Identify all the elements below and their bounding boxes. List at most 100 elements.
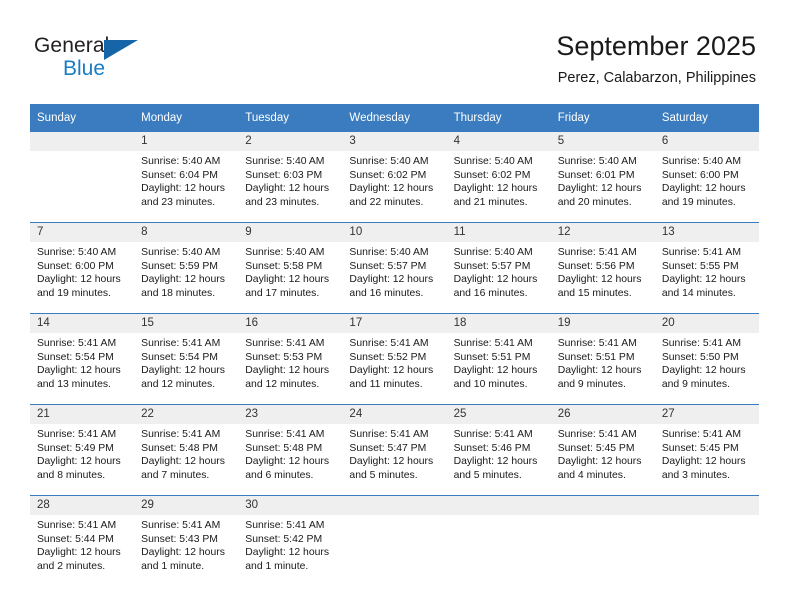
- daylight-line-2: and 8 minutes.: [37, 469, 106, 481]
- daylight-line-2: and 18 minutes.: [141, 287, 216, 299]
- daylight-line-2: and 14 minutes.: [661, 287, 736, 299]
- daylight-line-2: and 12 minutes.: [245, 378, 320, 390]
- sunrise-line: Sunrise: 5:40 AM: [245, 247, 325, 258]
- day-cell: [446, 495, 551, 586]
- day-cell: [550, 495, 655, 586]
- day-cell: [654, 495, 759, 586]
- daylight-line-1: Daylight: 12 hours: [557, 274, 642, 286]
- sunrise-line: Sunrise: 5:41 AM: [245, 520, 325, 531]
- day-cell[interactable]: 5 Sunrise: 5:40 AM Sunset: 6:01 PM Dayli…: [550, 131, 655, 223]
- daylight-line-2: and 4 minutes.: [557, 469, 626, 481]
- day-cell[interactable]: 14 Sunrise: 5:41 AM Sunset: 5:54 PM Dayl…: [30, 313, 135, 405]
- daylight-line-2: and 1 minute.: [141, 560, 205, 572]
- daylight-line-2: and 1 minute.: [245, 560, 309, 572]
- day-cell[interactable]: 23 Sunrise: 5:41 AM Sunset: 5:48 PM Dayl…: [238, 404, 343, 496]
- daylight-line-2: and 5 minutes.: [453, 469, 522, 481]
- day-cell[interactable]: 10 Sunrise: 5:40 AM Sunset: 5:57 PM Dayl…: [342, 222, 447, 314]
- day-cell[interactable]: 7 Sunrise: 5:40 AM Sunset: 6:00 PM Dayli…: [30, 222, 135, 314]
- day-cell[interactable]: 17 Sunrise: 5:41 AM Sunset: 5:52 PM Dayl…: [342, 313, 447, 405]
- sunset-line: Sunset: 5:43 PM: [141, 533, 218, 545]
- sunrise-line: Sunrise: 5:40 AM: [557, 156, 637, 167]
- daylight-line-1: Daylight: 12 hours: [453, 183, 538, 195]
- day-cell: [30, 131, 135, 223]
- day-cell[interactable]: 16 Sunrise: 5:41 AM Sunset: 5:53 PM Dayl…: [238, 313, 343, 405]
- day-details: Sunrise: 5:40 AM Sunset: 5:59 PM Dayligh…: [134, 242, 238, 300]
- day-number: 19: [550, 314, 655, 333]
- sunset-line: Sunset: 5:54 PM: [37, 351, 114, 363]
- day-number: 30: [238, 496, 343, 515]
- day-details: Sunrise: 5:41 AM Sunset: 5:53 PM Dayligh…: [238, 333, 342, 391]
- daylight-line-1: Daylight: 12 hours: [349, 274, 434, 286]
- logo-triangle-icon: [104, 40, 138, 60]
- daylight-line-2: and 20 minutes.: [557, 196, 632, 208]
- day-cell[interactable]: 13 Sunrise: 5:41 AM Sunset: 5:55 PM Dayl…: [654, 222, 759, 314]
- daylight-line-1: Daylight: 12 hours: [661, 456, 746, 468]
- daylight-line-1: Daylight: 12 hours: [661, 183, 746, 195]
- sunrise-line: Sunrise: 5:41 AM: [37, 429, 117, 440]
- day-cell[interactable]: 4 Sunrise: 5:40 AM Sunset: 6:02 PM Dayli…: [446, 131, 551, 223]
- day-cell[interactable]: 8 Sunrise: 5:40 AM Sunset: 5:59 PM Dayli…: [134, 222, 239, 314]
- day-cell[interactable]: 22 Sunrise: 5:41 AM Sunset: 5:48 PM Dayl…: [134, 404, 239, 496]
- daylight-line-1: Daylight: 12 hours: [141, 183, 225, 195]
- day-details: Sunrise: 5:41 AM Sunset: 5:43 PM Dayligh…: [134, 515, 238, 573]
- sunrise-line: Sunrise: 5:41 AM: [141, 520, 221, 531]
- day-cell[interactable]: 15 Sunrise: 5:41 AM Sunset: 5:54 PM Dayl…: [134, 313, 239, 405]
- day-cell[interactable]: 24 Sunrise: 5:41 AM Sunset: 5:47 PM Dayl…: [342, 404, 447, 496]
- day-cell[interactable]: 25 Sunrise: 5:41 AM Sunset: 5:46 PM Dayl…: [446, 404, 551, 496]
- daylight-line-1: Daylight: 12 hours: [37, 365, 121, 377]
- sunrise-line: Sunrise: 5:40 AM: [349, 156, 429, 167]
- sunrise-line: Sunrise: 5:41 AM: [349, 338, 429, 349]
- weekday-header-tuesday: Tuesday: [238, 104, 343, 132]
- day-cell[interactable]: 6 Sunrise: 5:40 AM Sunset: 6:00 PM Dayli…: [654, 131, 759, 223]
- day-cell[interactable]: 12 Sunrise: 5:41 AM Sunset: 5:56 PM Dayl…: [550, 222, 655, 314]
- sunrise-line: Sunrise: 5:41 AM: [349, 429, 429, 440]
- day-cell[interactable]: 26 Sunrise: 5:41 AM Sunset: 5:45 PM Dayl…: [550, 404, 655, 496]
- day-cell[interactable]: 9 Sunrise: 5:40 AM Sunset: 5:58 PM Dayli…: [238, 222, 343, 314]
- day-cell[interactable]: 20 Sunrise: 5:41 AM Sunset: 5:50 PM Dayl…: [654, 313, 759, 405]
- sunrise-line: Sunrise: 5:41 AM: [557, 429, 637, 440]
- sunset-line: Sunset: 5:50 PM: [661, 351, 739, 363]
- day-cell[interactable]: 28 Sunrise: 5:41 AM Sunset: 5:44 PM Dayl…: [30, 495, 135, 586]
- day-number: 10: [342, 223, 447, 242]
- general-blue-logo[interactable]: General Blue: [34, 34, 144, 80]
- daylight-line-1: Daylight: 12 hours: [245, 274, 330, 286]
- daylight-line-2: and 21 minutes.: [453, 196, 528, 208]
- day-cell[interactable]: 11 Sunrise: 5:40 AM Sunset: 5:57 PM Dayl…: [446, 222, 551, 314]
- day-cell[interactable]: 1 Sunrise: 5:40 AM Sunset: 6:04 PM Dayli…: [134, 131, 239, 223]
- sunset-line: Sunset: 5:51 PM: [557, 351, 635, 363]
- day-number: 28: [30, 496, 135, 515]
- day-details: Sunrise: 5:41 AM Sunset: 5:48 PM Dayligh…: [134, 424, 238, 482]
- day-details: Sunrise: 5:40 AM Sunset: 6:03 PM Dayligh…: [238, 151, 342, 209]
- day-details: Sunrise: 5:41 AM Sunset: 5:44 PM Dayligh…: [30, 515, 134, 573]
- day-cell[interactable]: 3 Sunrise: 5:40 AM Sunset: 6:02 PM Dayli…: [342, 131, 447, 223]
- sunset-line: Sunset: 5:57 PM: [349, 260, 427, 272]
- day-details: Sunrise: 5:41 AM Sunset: 5:56 PM Dayligh…: [551, 242, 655, 300]
- day-cell[interactable]: 2 Sunrise: 5:40 AM Sunset: 6:03 PM Dayli…: [238, 131, 343, 223]
- logo-text-blue: Blue: [63, 57, 106, 80]
- sunrise-line: Sunrise: 5:40 AM: [141, 247, 221, 258]
- day-details: Sunrise: 5:41 AM Sunset: 5:54 PM Dayligh…: [134, 333, 238, 391]
- day-details: Sunrise: 5:41 AM Sunset: 5:55 PM Dayligh…: [655, 242, 759, 300]
- day-cell[interactable]: 30 Sunrise: 5:41 AM Sunset: 5:42 PM Dayl…: [238, 495, 343, 586]
- sunset-line: Sunset: 5:53 PM: [245, 351, 323, 363]
- day-cell[interactable]: 27 Sunrise: 5:41 AM Sunset: 5:45 PM Dayl…: [654, 404, 759, 496]
- day-cell[interactable]: 29 Sunrise: 5:41 AM Sunset: 5:43 PM Dayl…: [134, 495, 239, 586]
- day-cell[interactable]: 19 Sunrise: 5:41 AM Sunset: 5:51 PM Dayl…: [550, 313, 655, 405]
- daylight-line-1: Daylight: 12 hours: [141, 456, 225, 468]
- daylight-line-1: Daylight: 12 hours: [245, 183, 330, 195]
- sunset-line: Sunset: 6:02 PM: [349, 169, 427, 181]
- day-cell[interactable]: 18 Sunrise: 5:41 AM Sunset: 5:51 PM Dayl…: [446, 313, 551, 405]
- weekday-header-sunday: Sunday: [30, 104, 135, 132]
- sunset-line: Sunset: 5:46 PM: [453, 442, 531, 454]
- weekday-header-wednesday: Wednesday: [342, 104, 447, 132]
- day-cell: [342, 495, 447, 586]
- day-cell[interactable]: 21 Sunrise: 5:41 AM Sunset: 5:49 PM Dayl…: [30, 404, 135, 496]
- calendar-page: General Blue September 2025 Perez, Calab…: [0, 0, 792, 612]
- sunset-line: Sunset: 6:03 PM: [245, 169, 323, 181]
- day-number: [342, 496, 447, 515]
- sunset-line: Sunset: 5:55 PM: [661, 260, 739, 272]
- day-number: 16: [238, 314, 343, 333]
- calendar-week-row: 28 Sunrise: 5:41 AM Sunset: 5:44 PM Dayl…: [30, 495, 759, 586]
- daylight-line-2: and 16 minutes.: [453, 287, 528, 299]
- sunset-line: Sunset: 6:00 PM: [37, 260, 114, 272]
